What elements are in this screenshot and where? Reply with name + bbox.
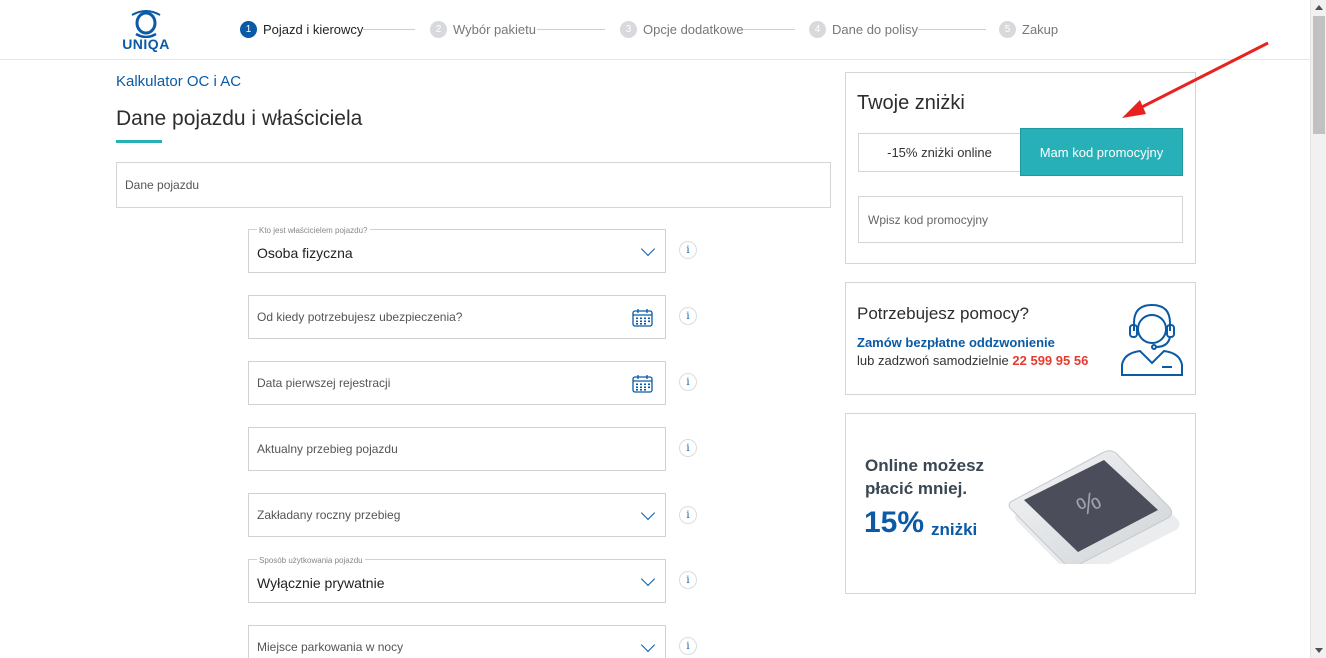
annual-mileage-select[interactable]: Zakładany roczny przebieg — [248, 493, 666, 537]
callback-link[interactable]: Zamów bezpłatne oddzwonienie — [857, 335, 1055, 350]
page-title: Dane pojazdu i właściciela — [116, 107, 363, 130]
field-placeholder: Miejsce parkowania w nocy — [257, 640, 404, 654]
step-connector — [362, 29, 415, 30]
field-label: Sposób użytkowania pojazdu — [257, 556, 365, 565]
help-title: Potrzebujesz pomocy? — [857, 304, 1029, 323]
step-number: 4 — [809, 20, 826, 38]
step-2[interactable]: 2 Wybór pakietu — [430, 19, 536, 39]
scroll-up-arrow-icon[interactable] — [1315, 5, 1323, 10]
step-label: Dane do polisy — [832, 21, 918, 37]
step-number: 3 — [620, 20, 637, 38]
call-label: lub zadzwoń samodzielnie — [857, 353, 1009, 368]
current-mileage-input[interactable]: Aktualny przebieg pojazdu — [248, 427, 666, 471]
banner-line-2: płacić mniej. — [865, 479, 968, 498]
section-label: Dane pojazdu — [125, 178, 200, 192]
info-icon[interactable]: i — [679, 506, 697, 524]
promo-code-button[interactable]: Mam kod promocyjny — [1020, 128, 1183, 176]
title-underline — [116, 140, 162, 143]
banner-percent-word: zniżki — [931, 520, 978, 539]
field-placeholder: Aktualny przebieg pojazdu — [257, 442, 398, 456]
step-5[interactable]: 5 Zakup — [999, 19, 1058, 39]
scroll-thumb[interactable] — [1313, 16, 1325, 134]
online-discount-banner[interactable]: Online możesz płacić mniej. 15% zniżki % — [845, 413, 1196, 594]
vehicle-usage-select[interactable]: Sposób użytkowania pojazdu Wyłącznie pry… — [248, 556, 666, 603]
step-connector — [743, 29, 795, 30]
step-1[interactable]: 1 Pojazd i kierowcy — [240, 19, 363, 39]
chevron-down-icon — [640, 637, 656, 653]
logo-text: UNIQA — [122, 36, 170, 52]
banner-percent: 15% — [864, 506, 925, 539]
field-placeholder: Zakładany roczny przebieg — [257, 508, 401, 522]
promo-code-input[interactable]: Wpisz kod promocyjny — [858, 196, 1183, 243]
call-center-agent-icon — [1121, 303, 1183, 376]
field-label: Kto jest właścicielem pojazdu? — [257, 226, 370, 235]
page-scrollbar[interactable] — [1310, 0, 1326, 658]
help-card: Potrzebujesz pomocy? Zamów bezpłatne odd… — [845, 282, 1196, 395]
uniqa-logo[interactable]: UNIQA — [118, 10, 174, 52]
online-discount-button[interactable]: -15% zniżki online — [858, 133, 1021, 172]
insurance-start-date-field[interactable]: Od kiedy potrzebujesz ubezpieczenia? — [248, 295, 666, 339]
night-parking-select[interactable]: Miejsce parkowania w nocy — [248, 625, 666, 658]
phone-number[interactable]: 22 599 95 56 — [1012, 353, 1088, 368]
field-value: Osoba fizyczna — [257, 245, 353, 261]
chevron-down-icon — [640, 505, 656, 521]
field-value: Wyłącznie prywatnie — [257, 575, 385, 591]
info-icon[interactable]: i — [679, 571, 697, 589]
step-label: Wybór pakietu — [453, 21, 536, 37]
calendar-icon[interactable] — [632, 374, 653, 393]
logo-mark-icon — [131, 10, 161, 39]
chevron-down-icon — [640, 241, 656, 257]
step-number: 5 — [999, 20, 1016, 38]
step-3[interactable]: 3 Opcje dodatkowe — [620, 19, 743, 39]
info-icon[interactable]: i — [679, 241, 697, 259]
first-registration-date-field[interactable]: Data pierwszej rejestracji — [248, 361, 666, 405]
info-icon[interactable]: i — [679, 439, 697, 457]
promo-code-placeholder: Wpisz kod promocyjny — [868, 213, 989, 227]
calculator-link[interactable]: Kalkulator OC i AC — [116, 73, 241, 90]
discounts-title: Twoje zniżki — [857, 92, 965, 114]
step-connector — [537, 29, 605, 30]
step-4[interactable]: 4 Dane do polisy — [809, 19, 918, 39]
call-text: lub zadzwoń samodzielnie 22 599 95 56 — [857, 353, 1088, 368]
step-number: 2 — [430, 20, 447, 38]
calendar-icon[interactable] — [632, 308, 653, 327]
owner-select[interactable]: Kto jest właścicielem pojazdu? Osoba fiz… — [248, 226, 666, 273]
banner-line-1: Online możesz — [865, 456, 985, 475]
info-icon[interactable]: i — [679, 307, 697, 325]
step-connector — [918, 29, 986, 30]
info-icon[interactable]: i — [679, 637, 697, 655]
scroll-down-arrow-icon[interactable] — [1315, 648, 1323, 653]
step-label: Zakup — [1022, 21, 1059, 37]
smartphone-illustration-icon: % — [1008, 450, 1180, 564]
top-header: UNIQA 1 Pojazd i kierowcy 2 Wybór pakiet… — [0, 0, 1310, 60]
step-label: Pojazd i kierowcy — [263, 21, 364, 37]
vehicle-data-section[interactable]: Dane pojazdu — [116, 162, 831, 208]
step-label: Opcje dodatkowe — [643, 21, 744, 37]
chevron-down-icon — [640, 571, 656, 587]
annotation-arrow-icon — [1122, 41, 1269, 118]
field-placeholder: Data pierwszej rejestracji — [257, 376, 391, 390]
step-number: 1 — [240, 20, 257, 38]
field-placeholder: Od kiedy potrzebujesz ubezpieczenia? — [257, 310, 463, 324]
info-icon[interactable]: i — [679, 373, 697, 391]
